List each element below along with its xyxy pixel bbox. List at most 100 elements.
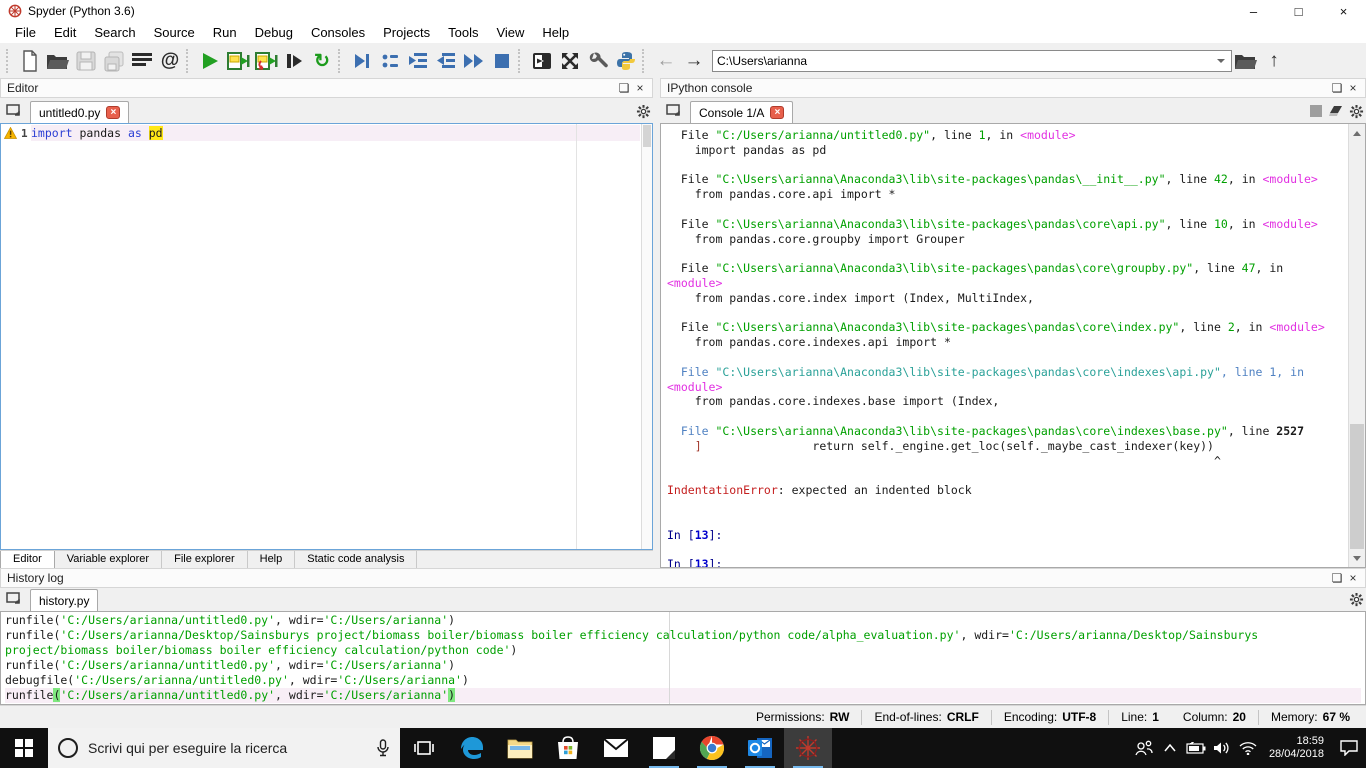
close-button[interactable]: × xyxy=(1321,0,1366,22)
editor-options-gear-icon[interactable] xyxy=(633,102,653,120)
close-tab-icon[interactable]: × xyxy=(106,106,121,119)
taskbar-clock[interactable]: 18:59 28/04/2018 xyxy=(1261,735,1332,761)
menu-view[interactable]: View xyxy=(487,23,533,42)
code-text: import pandas as pd xyxy=(31,125,640,141)
editor-scrollbar[interactable] xyxy=(641,124,652,549)
close-tab-icon[interactable]: × xyxy=(770,106,785,119)
status-line: Line: 1 xyxy=(1108,709,1171,725)
show-hidden-icons-chevron[interactable] xyxy=(1157,728,1183,768)
save-all-button[interactable] xyxy=(100,47,128,75)
back-button[interactable]: ← xyxy=(652,47,680,75)
run-cell-button[interactable] xyxy=(224,47,252,75)
menu-run[interactable]: Run xyxy=(204,23,246,42)
spyder-taskbar-icon[interactable] xyxy=(784,728,832,768)
stop-debug-button[interactable] xyxy=(488,47,516,75)
wifi-tray-icon[interactable] xyxy=(1235,728,1261,768)
file-switcher-button[interactable] xyxy=(128,47,156,75)
menu-help[interactable]: Help xyxy=(533,23,578,42)
bottom-tab-variable-explorer[interactable]: Variable explorer xyxy=(54,551,163,569)
people-tray-icon[interactable] xyxy=(1131,728,1157,768)
menu-tools[interactable]: Tools xyxy=(439,23,487,42)
undock-pane-icon[interactable]: ❏ xyxy=(1329,571,1345,585)
task-view-button[interactable] xyxy=(400,728,448,768)
console-scrollbar[interactable] xyxy=(1348,124,1365,567)
microsoft-store-taskbar-icon[interactable] xyxy=(544,728,592,768)
continue-button[interactable] xyxy=(460,47,488,75)
debug-button[interactable] xyxy=(348,47,376,75)
new-file-button[interactable] xyxy=(16,47,44,75)
microphone-icon[interactable] xyxy=(376,739,390,757)
open-file-button[interactable] xyxy=(44,47,72,75)
code-editor-area[interactable]: 1 import pandas as pd xyxy=(0,123,653,550)
bottom-tab-static-code-analysis[interactable]: Static code analysis xyxy=(295,551,418,569)
run-button[interactable] xyxy=(196,47,224,75)
action-center-icon[interactable] xyxy=(1332,728,1366,768)
history-options-gear-icon[interactable] xyxy=(1346,590,1366,608)
menu-file[interactable]: File xyxy=(6,23,45,42)
close-pane-icon[interactable]: × xyxy=(632,81,648,95)
outlook-taskbar-icon[interactable] xyxy=(736,728,784,768)
scroll-down-icon[interactable] xyxy=(1349,550,1365,567)
vertical-splitter[interactable] xyxy=(653,78,660,568)
battery-tray-icon[interactable] xyxy=(1183,728,1209,768)
bottom-tab-editor[interactable]: Editor xyxy=(0,551,55,569)
interrupt-kernel-icon[interactable] xyxy=(1306,102,1326,120)
working-directory-combobox[interactable]: C:\Users\arianna xyxy=(712,50,1232,72)
browse-directory-button[interactable] xyxy=(1232,47,1260,75)
ipython-console-area[interactable]: File "C:/Users/arianna/untitled0.py", li… xyxy=(660,123,1366,568)
edge-taskbar-icon[interactable] xyxy=(448,728,496,768)
menu-projects[interactable]: Projects xyxy=(374,23,439,42)
minimize-button[interactable]: – xyxy=(1231,0,1276,22)
browse-tabs-button[interactable] xyxy=(2,100,28,122)
console-options-gear-icon[interactable] xyxy=(1346,102,1366,120)
start-button[interactable] xyxy=(0,728,48,768)
taskbar-search-input[interactable]: Scrivi qui per eseguire la ricerca xyxy=(48,728,400,768)
step-into-button[interactable] xyxy=(404,47,432,75)
volume-tray-icon[interactable] xyxy=(1209,728,1235,768)
maximize-pane-button[interactable] xyxy=(528,47,556,75)
clear-console-eraser-icon[interactable] xyxy=(1326,102,1346,120)
file-explorer-taskbar-icon[interactable] xyxy=(496,728,544,768)
parent-directory-button[interactable]: ↑ xyxy=(1260,47,1288,75)
browse-tabs-button[interactable] xyxy=(662,100,688,122)
mail-taskbar-icon[interactable] xyxy=(592,728,640,768)
scrollbar-thumb[interactable] xyxy=(1350,424,1364,549)
history-line: runfile('C:/Users/arianna/untitled0.py',… xyxy=(5,688,1361,703)
close-pane-icon[interactable]: × xyxy=(1345,571,1361,585)
fullscreen-button[interactable] xyxy=(556,47,584,75)
menu-debug[interactable]: Debug xyxy=(246,23,302,42)
rerun-button[interactable]: ↻ xyxy=(308,47,336,75)
menu-consoles[interactable]: Consoles xyxy=(302,23,374,42)
run-selection-button[interactable] xyxy=(280,47,308,75)
preferences-wrench-button[interactable] xyxy=(584,47,612,75)
left-dock-bottom-tabs: Editor Variable explorer File explorer Help… xyxy=(0,550,653,569)
scroll-up-icon[interactable] xyxy=(1349,124,1365,141)
bottom-tab-file-explorer[interactable]: File explorer xyxy=(162,551,248,569)
undock-pane-icon[interactable]: ❏ xyxy=(616,81,632,95)
menu-search[interactable]: Search xyxy=(85,23,144,42)
menu-source[interactable]: Source xyxy=(145,23,204,42)
app-icon-document[interactable] xyxy=(640,728,688,768)
editor-tab-untitled0[interactable]: untitled0.py × xyxy=(30,101,130,123)
history-tab[interactable]: history.py xyxy=(30,589,99,611)
undock-pane-icon[interactable]: ❏ xyxy=(1329,81,1345,95)
console-line: In [13]: xyxy=(667,527,723,542)
history-log-area[interactable]: runfile('C:/Users/arianna/untitled0.py',… xyxy=(0,611,1366,705)
close-pane-icon[interactable]: × xyxy=(1345,81,1361,95)
debug-step-button[interactable] xyxy=(376,47,404,75)
chrome-taskbar-icon[interactable] xyxy=(688,728,736,768)
step-return-button[interactable] xyxy=(432,47,460,75)
python-path-button[interactable] xyxy=(612,47,640,75)
chevron-down-icon[interactable] xyxy=(1215,55,1227,67)
find-in-files-button[interactable]: @ xyxy=(156,47,184,75)
run-cell-advance-button[interactable] xyxy=(252,47,280,75)
console-tab-1a[interactable]: Console 1/A × xyxy=(690,101,794,123)
bottom-tab-help[interactable]: Help xyxy=(247,551,296,569)
console-line: from pandas.core.index import (Index, Mu… xyxy=(667,290,1034,305)
browse-tabs-button[interactable] xyxy=(2,588,28,610)
forward-button[interactable]: → xyxy=(680,47,708,75)
menu-edit[interactable]: Edit xyxy=(45,23,85,42)
maximize-button[interactable]: □ xyxy=(1276,0,1321,22)
save-button[interactable] xyxy=(72,47,100,75)
